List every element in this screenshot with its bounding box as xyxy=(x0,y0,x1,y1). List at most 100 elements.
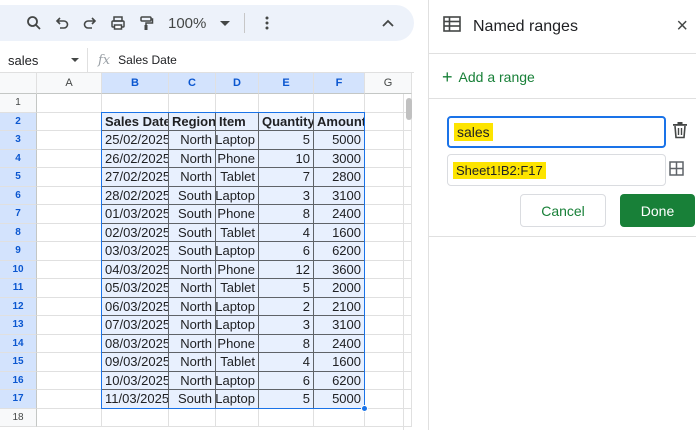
name-box[interactable]: sales xyxy=(0,48,88,72)
row-header-4[interactable]: 4 xyxy=(0,149,37,168)
cell-c17[interactable]: South xyxy=(169,390,216,409)
more-vert-icon[interactable] xyxy=(253,9,281,37)
row-header-11[interactable]: 11 xyxy=(0,279,37,298)
cell-b4[interactable]: 26/02/2025 xyxy=(102,149,169,168)
row-header-5[interactable]: 5 xyxy=(0,168,37,187)
cell-e1[interactable] xyxy=(259,94,314,113)
cell-f2[interactable]: Amount xyxy=(314,112,365,131)
cell-c6[interactable]: South xyxy=(169,186,216,205)
cell-d9[interactable]: Laptop xyxy=(216,242,259,261)
cell-d10[interactable]: Phone xyxy=(216,260,259,279)
zoom-select[interactable]: 100% xyxy=(168,15,231,32)
cell-d5[interactable]: Tablet xyxy=(216,168,259,187)
row-header-16[interactable]: 16 xyxy=(0,371,37,390)
add-range-button[interactable]: + Add a range xyxy=(442,68,535,86)
cell-a4[interactable] xyxy=(37,149,102,168)
cell-c10[interactable]: North xyxy=(169,260,216,279)
cell-d4[interactable]: Phone xyxy=(216,149,259,168)
row-header-10[interactable]: 10 xyxy=(0,260,37,279)
cell-a12[interactable] xyxy=(37,297,102,316)
cell-f13[interactable]: 3100 xyxy=(314,316,365,335)
cell-f7[interactable]: 2400 xyxy=(314,205,365,224)
cell-e11[interactable]: 5 xyxy=(259,279,314,298)
cell-c14[interactable]: North xyxy=(169,334,216,353)
cell-f16[interactable]: 6200 xyxy=(314,371,365,390)
search-icon[interactable] xyxy=(20,9,48,37)
cell-f14[interactable]: 2400 xyxy=(314,334,365,353)
scrollbar-thumb[interactable] xyxy=(406,98,412,120)
cell-a18[interactable] xyxy=(37,408,102,427)
cell-b8[interactable]: 02/03/2025 xyxy=(102,223,169,242)
redo-icon[interactable] xyxy=(76,9,104,37)
cell-d18[interactable] xyxy=(216,408,259,427)
cell-b10[interactable]: 04/03/2025 xyxy=(102,260,169,279)
cell-a11[interactable] xyxy=(37,279,102,298)
cell-c7[interactable]: South xyxy=(169,205,216,224)
cell-c5[interactable]: North xyxy=(169,168,216,187)
cell-e13[interactable]: 3 xyxy=(259,316,314,335)
cell-d7[interactable]: Phone xyxy=(216,205,259,224)
row-header-9[interactable]: 9 xyxy=(0,242,37,261)
cell-e6[interactable]: 3 xyxy=(259,186,314,205)
cell-e18[interactable] xyxy=(259,408,314,427)
cell-b14[interactable]: 08/03/2025 xyxy=(102,334,169,353)
cell-c11[interactable]: North xyxy=(169,279,216,298)
cell-c18[interactable] xyxy=(169,408,216,427)
cell-f11[interactable]: 2000 xyxy=(314,279,365,298)
cell-a14[interactable] xyxy=(37,334,102,353)
cell-b18[interactable] xyxy=(102,408,169,427)
cell-e5[interactable]: 7 xyxy=(259,168,314,187)
cell-f17[interactable]: 5000 xyxy=(314,390,365,409)
row-header-3[interactable]: 3 xyxy=(0,131,37,150)
formula-input[interactable]: Sales Date xyxy=(118,53,177,67)
cell-f6[interactable]: 3100 xyxy=(314,186,365,205)
paint-format-icon[interactable] xyxy=(132,9,160,37)
column-header-e[interactable]: E xyxy=(259,73,314,94)
cell-e10[interactable]: 12 xyxy=(259,260,314,279)
range-name-input[interactable]: sales xyxy=(447,116,666,148)
cell-f18[interactable] xyxy=(314,408,365,427)
cell-d11[interactable]: Tablet xyxy=(216,279,259,298)
cell-e17[interactable]: 5 xyxy=(259,390,314,409)
cell-a5[interactable] xyxy=(37,168,102,187)
cell-d17[interactable]: Laptop xyxy=(216,390,259,409)
column-header-d[interactable]: D xyxy=(216,73,259,94)
cell-b15[interactable]: 09/03/2025 xyxy=(102,353,169,372)
row-header-17[interactable]: 17 xyxy=(0,390,37,409)
row-header-18[interactable]: 18 xyxy=(0,408,37,427)
cell-e16[interactable]: 6 xyxy=(259,371,314,390)
cell-c15[interactable]: North xyxy=(169,353,216,372)
row-header-15[interactable]: 15 xyxy=(0,353,37,372)
row-header-7[interactable]: 7 xyxy=(0,205,37,224)
cell-a13[interactable] xyxy=(37,316,102,335)
cell-b13[interactable]: 07/03/2025 xyxy=(102,316,169,335)
cell-f5[interactable]: 2800 xyxy=(314,168,365,187)
cell-f10[interactable]: 3600 xyxy=(314,260,365,279)
row-header-8[interactable]: 8 xyxy=(0,223,37,242)
cell-c13[interactable]: North xyxy=(169,316,216,335)
cell-c3[interactable]: North xyxy=(169,131,216,150)
trash-icon[interactable] xyxy=(672,121,688,144)
cell-d6[interactable]: Laptop xyxy=(216,186,259,205)
vertical-scrollbar[interactable] xyxy=(403,94,413,430)
row-header-1[interactable]: 1 xyxy=(0,94,37,113)
cell-b5[interactable]: 27/02/2025 xyxy=(102,168,169,187)
cell-d14[interactable]: Phone xyxy=(216,334,259,353)
cell-e15[interactable]: 4 xyxy=(259,353,314,372)
cell-d16[interactable]: Laptop xyxy=(216,371,259,390)
cell-c8[interactable]: South xyxy=(169,223,216,242)
cell-e12[interactable]: 2 xyxy=(259,297,314,316)
cell-b7[interactable]: 01/03/2025 xyxy=(102,205,169,224)
cell-d12[interactable]: Laptop xyxy=(216,297,259,316)
cell-d13[interactable]: Laptop xyxy=(216,316,259,335)
cell-c2[interactable]: Region xyxy=(169,112,216,131)
column-header-c[interactable]: C xyxy=(169,73,216,94)
cell-f3[interactable]: 5000 xyxy=(314,131,365,150)
cell-b9[interactable]: 03/03/2025 xyxy=(102,242,169,261)
cell-b1[interactable] xyxy=(102,94,169,113)
undo-icon[interactable] xyxy=(48,9,76,37)
cell-a7[interactable] xyxy=(37,205,102,224)
row-header-13[interactable]: 13 xyxy=(0,316,37,335)
cell-a8[interactable] xyxy=(37,223,102,242)
cell-f12[interactable]: 2100 xyxy=(314,297,365,316)
